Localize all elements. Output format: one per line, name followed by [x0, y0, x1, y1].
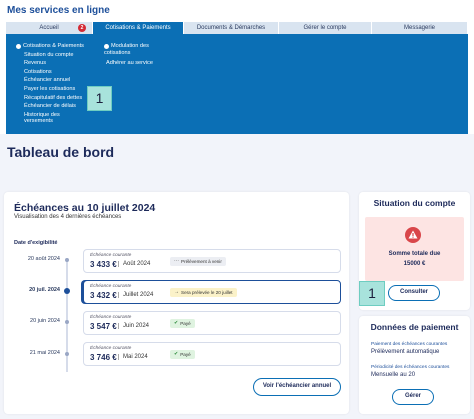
date-header: Date d'exigibilité — [14, 240, 58, 246]
echeances-title: Échéances au 10 juillet 2024 — [14, 202, 156, 214]
status-badge: → Sera prélevée le 20 juillet — [170, 288, 237, 297]
menu-col-cotisations: Cotisations & Paiements Situation du com… — [16, 42, 84, 125]
main-nav: Accueil 2 Cotisations & Paiements Docume… — [6, 22, 468, 34]
menu-item-echeancier-annuel[interactable]: Échéancier annuel — [16, 76, 84, 85]
check-icon: ✔ — [174, 320, 179, 326]
echeance-amount: 3 433 € — [90, 260, 117, 269]
menu-item-adherer[interactable]: Adhérer au service — [104, 59, 153, 68]
tab-label: Accueil — [39, 25, 59, 31]
echeancier-annuel-button[interactable]: Voir l'échéancier annuel — [253, 378, 341, 396]
tab-label: Gérer le compte — [303, 25, 347, 31]
echeance-row-current[interactable]: Échéance courante 3 432 € Juillet 2024 →… — [83, 280, 341, 304]
echeances-subtitle: Visualisation des 4 dernières échéances — [14, 214, 122, 220]
row-date: 20 juil. 2024 — [29, 287, 60, 293]
echeance-amount: 3 547 € — [90, 322, 117, 331]
site-title: Mes services en ligne — [7, 5, 110, 16]
echeance-period: Août 2024 — [118, 261, 150, 267]
menu-item-revenus[interactable]: Revenus — [16, 59, 84, 68]
tab-messagerie[interactable]: Messagerie — [372, 22, 468, 34]
arrow-right-icon: → — [174, 289, 179, 295]
echeance-label: Échéance courante — [90, 315, 132, 320]
tab-documents[interactable]: Documents & Démarches — [184, 22, 279, 34]
tab-accueil[interactable]: Accueil 2 — [6, 22, 93, 34]
freq-label: Périodicité des échéances courantes — [371, 365, 450, 370]
echeance-amount: 3 432 € — [90, 291, 117, 300]
timeline-dot — [65, 258, 69, 262]
alert-icon — [405, 227, 421, 243]
consulter-button[interactable]: Consulter — [388, 285, 440, 301]
due-amount: 15000 € — [403, 261, 426, 267]
menu-item-echeancier-delais[interactable]: Échéancier de délais — [16, 102, 84, 111]
dropdown-menu: Cotisations & Paiements Situation du com… — [6, 34, 468, 134]
echeance-label: Échéance courante — [90, 284, 132, 289]
timeline-dot-current — [64, 288, 70, 294]
freq-value: Mensuelle au 20 — [371, 372, 416, 378]
echeance-row[interactable]: Échéance courante 3 433 € Août 2024 ⋯ Pré… — [83, 249, 341, 273]
pay-value: Prélèvement automatique — [371, 349, 440, 355]
annotation-marker: 1 — [87, 86, 112, 111]
menu-item-situation[interactable]: Situation du compte — [16, 51, 84, 60]
status-badge: ⋯ Prélèvement à venir — [170, 257, 226, 266]
echeance-period: Mai 2024 — [118, 354, 148, 360]
timeline-dot — [65, 320, 69, 324]
tab-cotisations[interactable]: Cotisations & Paiements — [93, 22, 184, 34]
tab-gerer-compte[interactable]: Gérer le compte — [279, 22, 372, 34]
dots-icon: ⋯ — [174, 258, 179, 264]
situation-title: Situation du compte — [373, 198, 456, 208]
menu-item-payer[interactable]: Payer les cotisations — [16, 85, 84, 94]
due-label: Somme totale due — [388, 251, 441, 257]
menu-item-historique[interactable]: Historique des versements — [16, 112, 84, 125]
row-date: 20 août 2024 — [27, 256, 60, 262]
echeance-row[interactable]: Échéance courante 3 547 € Juin 2024 ✔ Pay… — [83, 311, 341, 335]
echeance-label: Échéance courante — [90, 346, 132, 351]
tab-label: Cotisations & Paiements — [105, 25, 171, 31]
pay-label: Paiement des échéances courantes — [371, 342, 448, 347]
menu-item-cotisations[interactable]: Cotisations — [16, 68, 84, 77]
status-badge: ✔ Payé — [170, 319, 195, 328]
menu-head-modulation-2: cotisations — [104, 49, 131, 56]
gerer-button[interactable]: Gérer — [392, 389, 434, 405]
echeance-row[interactable]: Échéance courante 3 746 € Mai 2024 ✔ Payé — [83, 342, 341, 366]
bullet-icon — [104, 43, 109, 49]
tab-label: Documents & Démarches — [196, 25, 266, 31]
row-date: 20 juin 2024 — [30, 318, 60, 324]
status-badge: ✔ Payé — [170, 350, 195, 359]
notification-badge: 2 — [78, 24, 86, 32]
page-title: Tableau de bord — [7, 144, 115, 160]
paiement-title: Données de paiement — [370, 322, 459, 332]
row-date: 21 mai 2024 — [29, 350, 60, 356]
header: Mes services en ligne Accueil 2 Cotisati… — [0, 0, 474, 134]
check-icon: ✔ — [174, 351, 179, 357]
timeline-dot — [65, 352, 69, 356]
menu-head-cotisations[interactable]: Cotisations & Paiements — [16, 42, 84, 51]
menu-item-recapitulatif[interactable]: Récapitulatif des dettes — [16, 94, 84, 103]
echeance-period: Juin 2024 — [118, 323, 149, 329]
tab-label: Messagerie — [403, 25, 435, 31]
annotation-marker: 1 — [359, 281, 385, 306]
echeance-period: Juillet 2024 — [118, 292, 153, 298]
echeance-amount: 3 746 € — [90, 353, 117, 362]
bullet-icon — [16, 43, 21, 49]
menu-col-modulation: Modulation des cotisations Adhérer au se… — [104, 42, 153, 67]
echeance-label: Échéance courante — [90, 253, 132, 258]
